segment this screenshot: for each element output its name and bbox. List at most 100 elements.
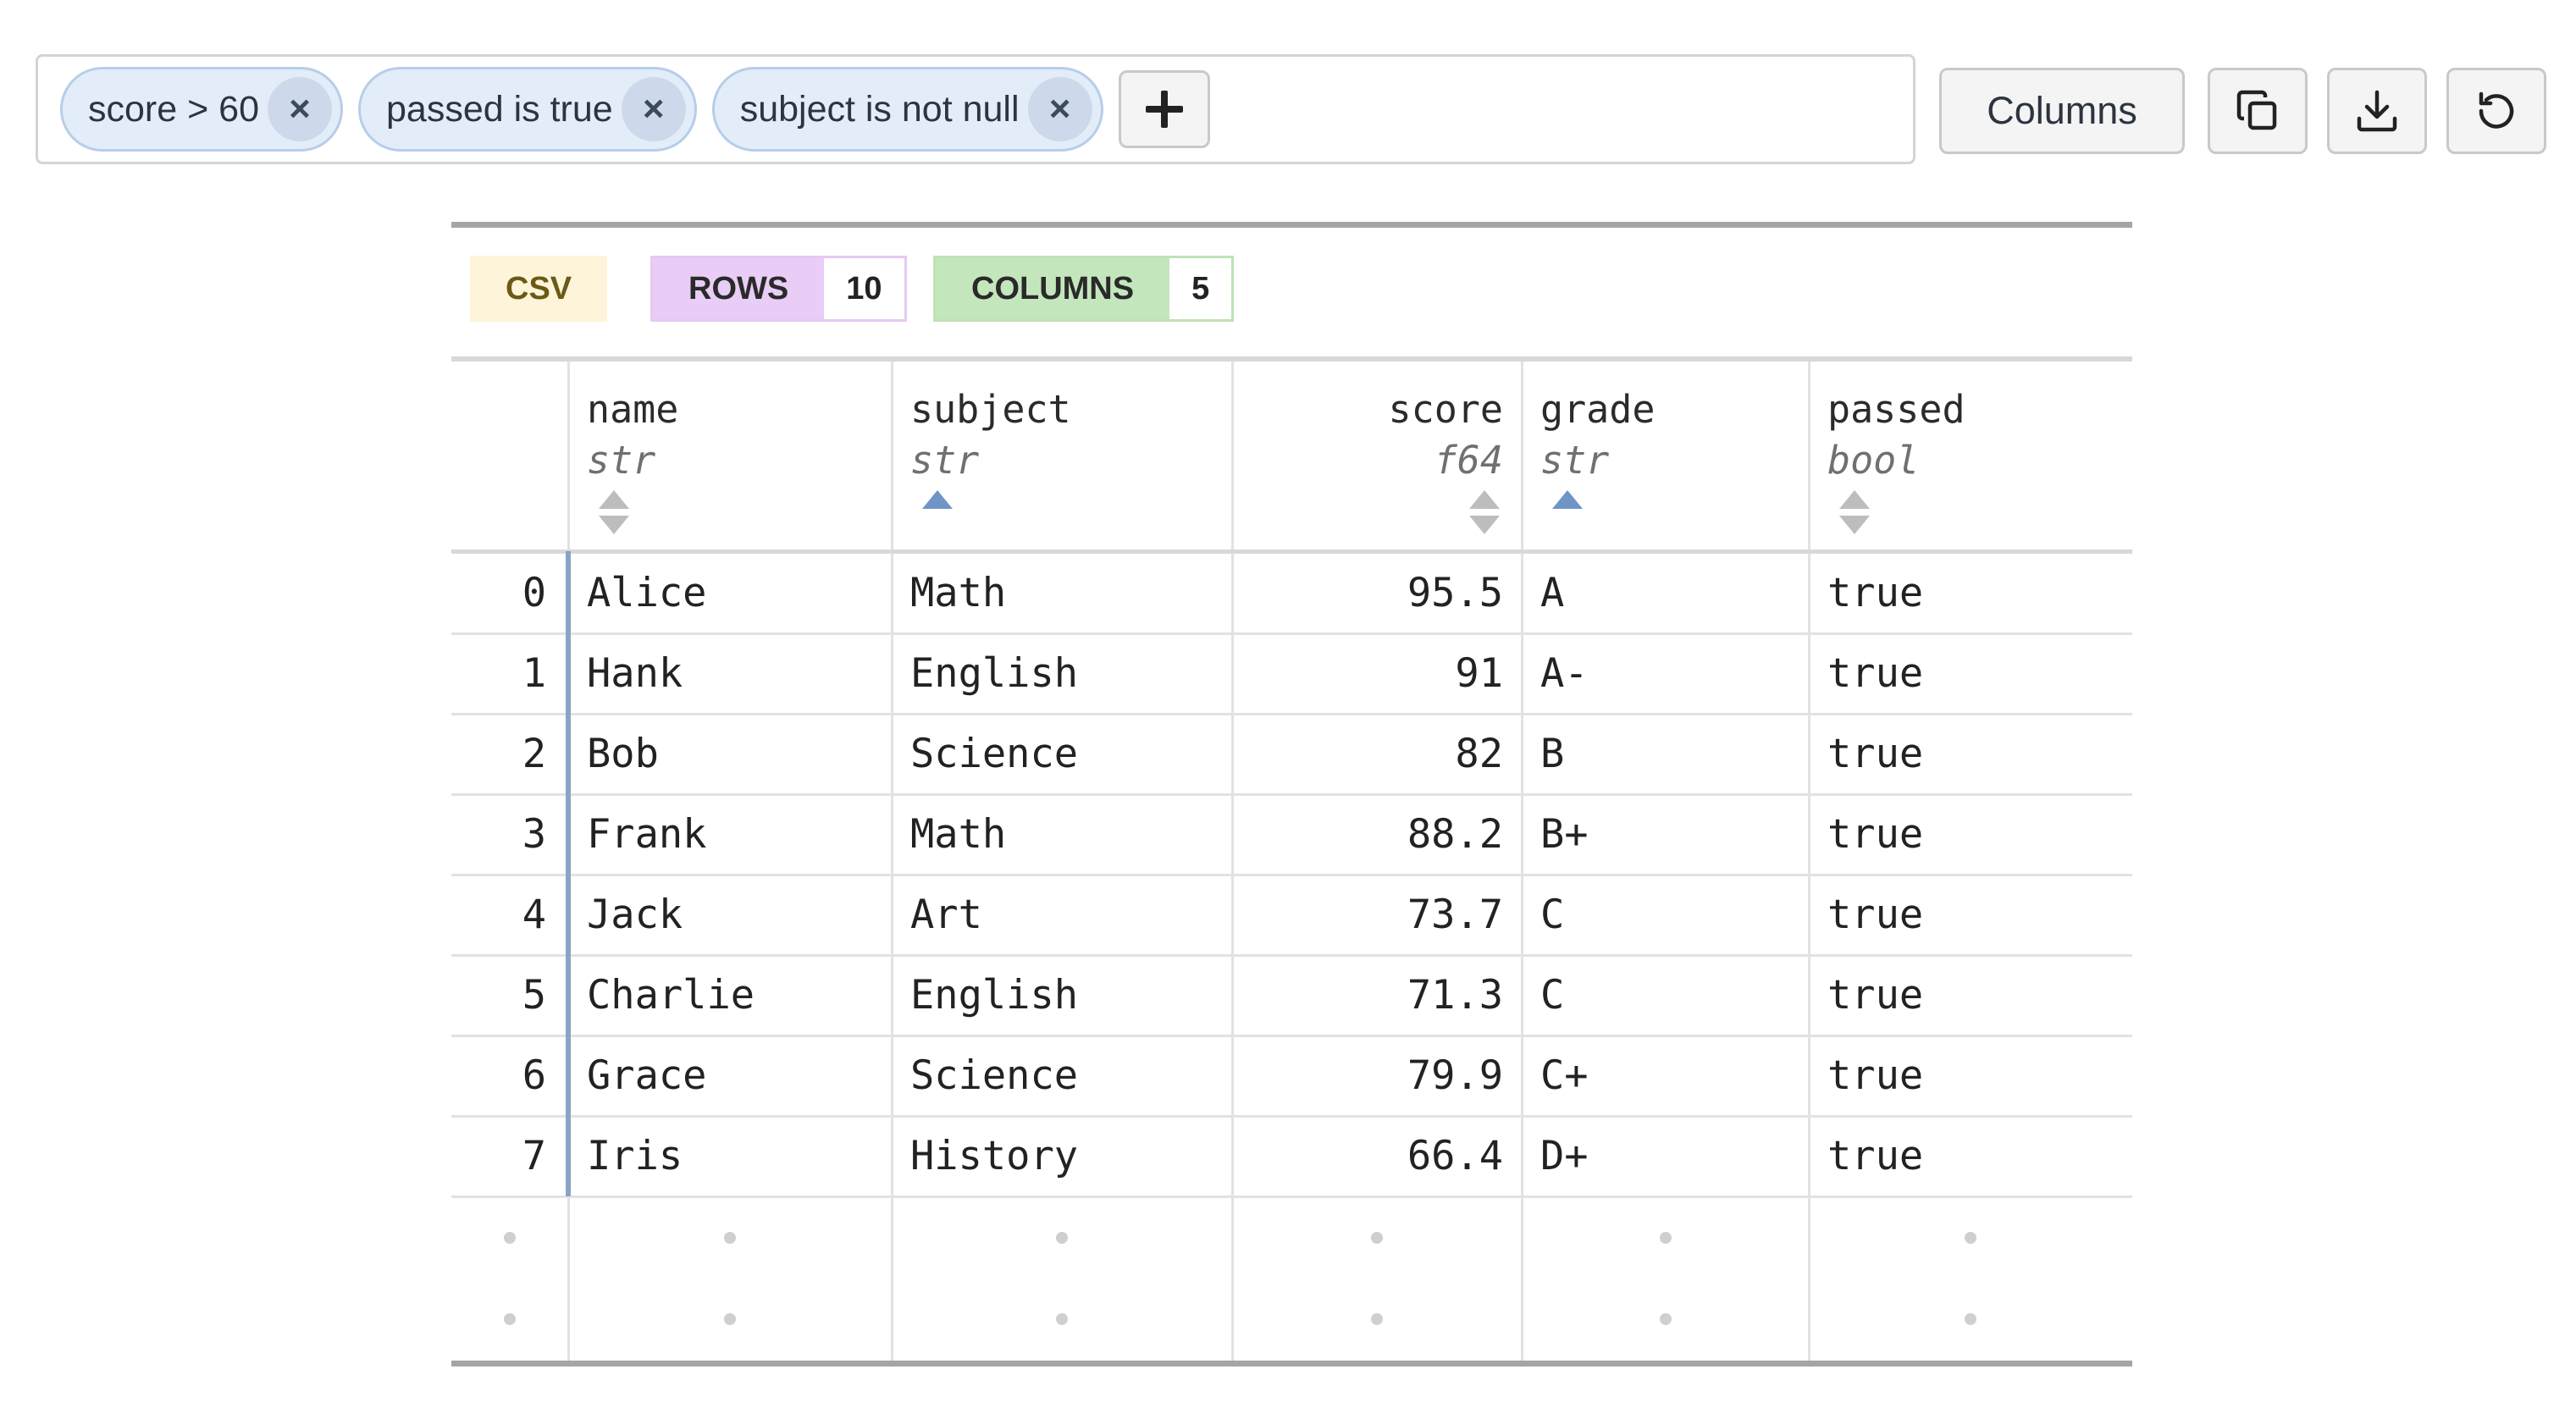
- sort-icon[interactable]: [1838, 490, 1871, 541]
- close-icon[interactable]: ×: [1027, 77, 1092, 141]
- table-cell-passed: true: [1827, 811, 1924, 858]
- table-row[interactable]: 7 Iris History 66.4 D+ true: [451, 1116, 2132, 1196]
- row-index: 7: [522, 1133, 546, 1179]
- column-name: passed: [1827, 387, 1965, 432]
- table-cell-grade: B: [1540, 731, 1565, 777]
- table-cell-subject: Math: [910, 811, 1007, 858]
- sort-ascending-icon[interactable]: [920, 490, 954, 541]
- column-name: grade: [1540, 387, 1656, 432]
- table-cell-passed: true: [1827, 972, 1924, 1019]
- sort-down-icon: [599, 516, 629, 534]
- filter-chip[interactable]: passed is true ×: [357, 67, 697, 152]
- sort-icon[interactable]: [1468, 490, 1501, 541]
- table-cell-passed: true: [1827, 1133, 1924, 1179]
- table-cell-subject: Math: [910, 570, 1007, 616]
- column-header-subject[interactable]: subject str: [892, 362, 1232, 553]
- sort-ascending-icon[interactable]: [1551, 490, 1584, 541]
- table-frame-top: [451, 222, 2132, 228]
- download-icon: [2357, 90, 2397, 132]
- rows-label: ROWS: [653, 258, 825, 319]
- table-cell-score: 66.4: [1407, 1133, 1503, 1179]
- table-cell-name: Frank: [587, 811, 707, 858]
- plus-icon: [1145, 91, 1183, 128]
- table-row[interactable]: 3 Frank Math 88.2 B+ true: [451, 794, 2132, 875]
- row-index: 2: [522, 731, 546, 777]
- sort-icon[interactable]: [597, 490, 631, 541]
- copy-button[interactable]: [2208, 68, 2308, 154]
- truncation-dot: [1659, 1232, 1672, 1244]
- sort-up-icon: [1469, 490, 1500, 509]
- filter-chip-label: passed is true: [385, 88, 613, 130]
- filter-chip[interactable]: score > 60 ×: [60, 67, 343, 152]
- table-cell-subject: English: [910, 972, 1079, 1019]
- copy-icon: [2236, 90, 2277, 130]
- sort-down-icon: [1839, 516, 1870, 534]
- row-index: 4: [522, 892, 546, 938]
- column-header-name[interactable]: name str: [568, 362, 892, 553]
- column-type: str: [1540, 438, 1610, 483]
- close-icon[interactable]: ×: [621, 77, 686, 141]
- sort-up-icon: [922, 490, 953, 509]
- truncation-dot: [1056, 1232, 1068, 1244]
- rows-value: 10: [824, 258, 904, 319]
- table-row[interactable]: 2 Bob Science 82 Btrue: [451, 714, 2132, 794]
- sort-up-icon: [599, 490, 629, 509]
- table-cell-score: 82: [1455, 731, 1503, 777]
- table-cell-name: Hank: [587, 650, 683, 697]
- table-cell-passed: true: [1827, 570, 1924, 616]
- columns-button[interactable]: Columns: [1939, 68, 2185, 154]
- table-cell-score: 79.9: [1407, 1052, 1503, 1099]
- truncation-dot: [1056, 1313, 1068, 1325]
- column-header-passed[interactable]: passed bool: [1809, 362, 2132, 553]
- column-type: f64: [1434, 438, 1503, 483]
- format-label: CSV: [470, 256, 608, 322]
- truncation-dot: [1659, 1313, 1672, 1325]
- table-row[interactable]: 4 Jack Art 73.7 Ctrue: [451, 875, 2132, 955]
- truncation-dot: [504, 1232, 516, 1244]
- table-cell-passed: true: [1827, 1052, 1924, 1099]
- column-header-score[interactable]: score f64: [1232, 362, 1522, 553]
- column-header-grade[interactable]: grade str: [1522, 362, 1809, 553]
- close-icon[interactable]: ×: [267, 77, 332, 141]
- table-cell-grade: A: [1540, 570, 1565, 616]
- table-cell-name: Jack: [587, 892, 683, 938]
- download-button[interactable]: [2327, 68, 2427, 154]
- add-filter-button[interactable]: [1118, 70, 1210, 148]
- table-cell-subject: History: [910, 1133, 1079, 1179]
- table-cell-subject: Science: [910, 731, 1079, 777]
- truncation-dot: [1371, 1313, 1383, 1325]
- sort-down-icon: [1469, 516, 1500, 534]
- truncation-dot: [1371, 1232, 1383, 1244]
- sort-up-icon: [1839, 490, 1870, 509]
- sort-up-icon: [1552, 490, 1583, 509]
- filter-chip[interactable]: subject is not null ×: [711, 67, 1103, 152]
- table-row[interactable]: 1 Hank English 91 A-true: [451, 633, 2132, 714]
- table-cell-subject: English: [910, 650, 1079, 697]
- truncation-dot: [504, 1313, 516, 1325]
- table-cell-grade: D+: [1540, 1133, 1589, 1179]
- table-cell-score: 88.2: [1407, 811, 1503, 858]
- format-badge: CSV: [470, 256, 608, 322]
- column-name: score: [1388, 387, 1503, 432]
- filter-bar: score > 60 × passed is true × subject is…: [36, 54, 1915, 164]
- table-cell-score: 91: [1455, 650, 1503, 697]
- column-type: str: [910, 438, 980, 483]
- table-row[interactable]: 0 Alice Math 95.5 Atrue: [451, 553, 2132, 633]
- column-type: bool: [1827, 438, 1920, 483]
- table-cell-grade: B+: [1540, 811, 1589, 858]
- table-cell-subject: Art: [910, 892, 982, 938]
- data-table: name str subject str score f64 grade str passed b…: [451, 356, 2132, 1366]
- columns-count-label: COLUMNS: [936, 258, 1170, 319]
- reset-icon: [2479, 91, 2514, 129]
- table-cell-grade: C: [1540, 972, 1565, 1019]
- table-cell-name: Iris: [587, 1133, 683, 1179]
- table-row[interactable]: 6 Grace Science 79.9 C+ true: [451, 1035, 2132, 1116]
- table-cell-grade: C: [1540, 892, 1565, 938]
- reset-button[interactable]: [2446, 68, 2546, 154]
- truncation-dot: [724, 1232, 736, 1244]
- row-index: 3: [522, 811, 546, 858]
- column-name: subject: [910, 387, 1071, 432]
- columns-count-value: 5: [1169, 258, 1232, 319]
- table-row[interactable]: 5 Charlie English 71.3 Ctrue: [451, 955, 2132, 1035]
- row-index: 6: [522, 1052, 546, 1099]
